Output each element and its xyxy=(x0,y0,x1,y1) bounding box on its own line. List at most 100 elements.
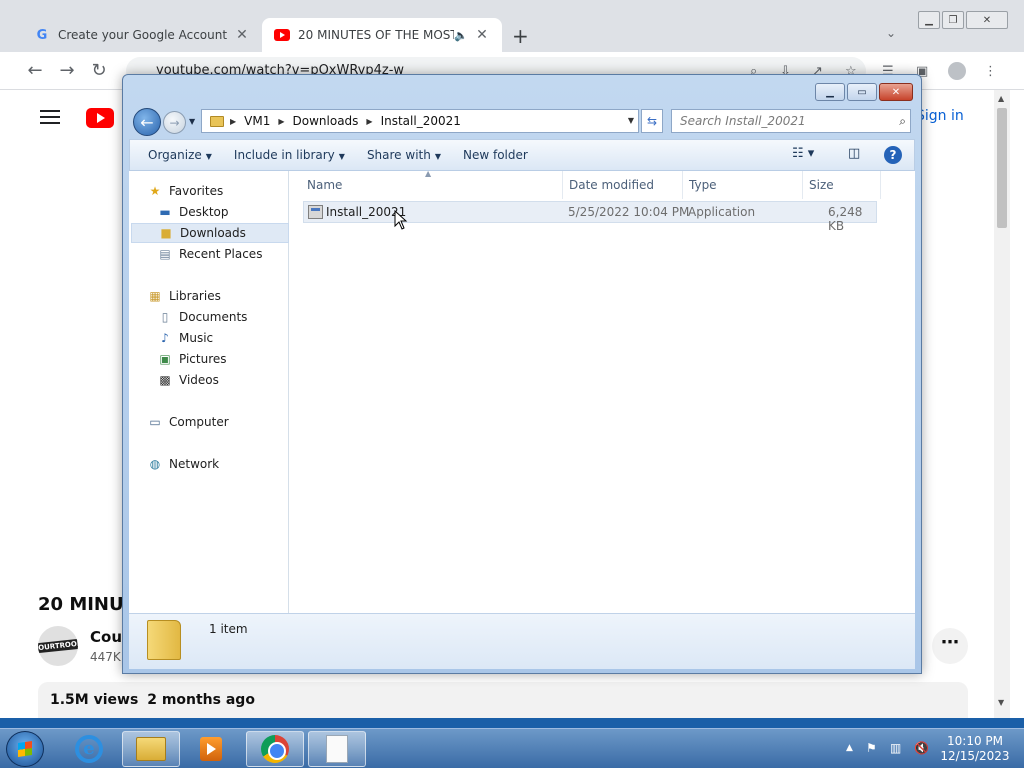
breadcrumb-chevron-icon[interactable]: ▶ xyxy=(230,117,236,126)
action-center-flag-icon[interactable]: ⚑ xyxy=(866,741,877,755)
help-icon[interactable]: ? xyxy=(884,146,902,164)
taskbar-chrome[interactable] xyxy=(246,731,304,767)
include-in-library-button[interactable]: Include in library ▼ xyxy=(226,148,353,162)
sign-in-button[interactable]: Sign in xyxy=(916,108,964,124)
taskbar-document[interactable] xyxy=(308,731,366,767)
system-clock[interactable]: 10:10 PM 12/15/2023 xyxy=(940,734,1010,764)
profile-avatar-icon[interactable] xyxy=(948,62,966,80)
view-options-icon[interactable]: ☷ ▾ xyxy=(792,146,814,161)
column-header-name[interactable]: Name xyxy=(301,171,563,199)
chevron-down-icon: ▼ xyxy=(205,152,212,161)
computer-icon: ▭ xyxy=(149,415,161,429)
mouse-cursor-icon xyxy=(394,210,408,230)
organize-button[interactable]: Organize ▼ xyxy=(140,148,220,162)
details-pane: 1 item xyxy=(129,613,915,669)
start-button[interactable] xyxy=(6,731,44,767)
taskbar-file-explorer[interactable] xyxy=(122,731,180,767)
share-with-button[interactable]: Share with ▼ xyxy=(359,148,449,162)
forward-button[interactable]: → xyxy=(163,111,186,134)
back-arrow-icon: ← xyxy=(140,112,154,132)
document-icon xyxy=(326,735,348,763)
close-tab-icon[interactable]: ✕ xyxy=(474,27,490,43)
nav-favorites[interactable]: ★ Favorites xyxy=(147,181,287,201)
star-icon: ★ xyxy=(149,184,161,198)
youtube-logo[interactable] xyxy=(86,108,114,128)
close-tab-icon[interactable]: ✕ xyxy=(234,27,250,43)
chrome-icon xyxy=(261,735,289,763)
scroll-up-arrow-icon[interactable]: ▲ xyxy=(998,94,1004,103)
back-arrow-icon[interactable]: ← xyxy=(24,60,46,81)
description-box[interactable]: 1.5M views 2 months ago xyxy=(38,682,968,718)
more-actions-button[interactable]: ⋯ xyxy=(932,628,968,664)
file-list: ▲ Name Date modified Type Size Install_2… xyxy=(289,169,915,613)
new-folder-button[interactable]: New folder xyxy=(455,148,536,162)
folder-icon xyxy=(147,620,181,660)
nav-desktop[interactable]: ▬ Desktop xyxy=(157,202,287,222)
nav-computer[interactable]: ▭ Computer xyxy=(147,412,287,432)
page-scrollbar[interactable]: ▲ ▼ xyxy=(994,90,1010,718)
address-breadcrumb[interactable]: ▶ VM1 ▶ Downloads ▶ Install_20021 ▼ xyxy=(201,109,639,133)
explorer-close-button[interactable]: ✕ xyxy=(879,83,913,101)
taskbar-media-player[interactable] xyxy=(182,731,240,767)
tab-search-chevron-icon[interactable]: ⌄ xyxy=(886,26,896,40)
recent-pages-dropdown-icon[interactable]: ▼ xyxy=(189,117,195,126)
nav-libraries[interactable]: ▦ Libraries xyxy=(147,286,287,306)
taskbar-internet-explorer[interactable]: e xyxy=(60,731,118,767)
column-header-date[interactable]: Date modified xyxy=(563,171,683,199)
nav-videos[interactable]: ▩ Videos xyxy=(157,370,287,390)
breadcrumb-downloads[interactable]: Downloads xyxy=(293,114,359,128)
search-icon[interactable]: ⌕ xyxy=(899,110,906,132)
preview-pane-icon[interactable]: ◫ xyxy=(848,146,860,161)
show-hidden-icons-icon[interactable]: ▲ xyxy=(846,743,853,753)
item-count: 1 item xyxy=(209,622,248,636)
volume-muted-icon[interactable]: 🔇 xyxy=(914,741,929,755)
media-player-icon xyxy=(200,737,222,761)
network-status-icon[interactable]: ▥ xyxy=(890,741,901,755)
scroll-thumb[interactable] xyxy=(997,108,1007,228)
nav-documents[interactable]: ▯ Documents xyxy=(157,307,287,327)
column-header-size[interactable]: Size xyxy=(803,171,881,199)
breadcrumb-install[interactable]: Install_20021 xyxy=(381,114,461,128)
new-tab-button[interactable]: + xyxy=(512,24,529,48)
file-row[interactable]: Install_20021 5/25/2022 10:04 PM Applica… xyxy=(303,201,877,233)
close-button[interactable]: ✕ xyxy=(966,11,1008,29)
address-dropdown-icon[interactable]: ▼ xyxy=(628,116,634,125)
speaker-icon[interactable]: 🔈 xyxy=(454,29,468,42)
nav-network[interactable]: ◍ Network xyxy=(147,454,287,474)
downloads-folder-icon: ■ xyxy=(160,226,172,240)
taskbar: e ▲ ⚑ ▥ 🔇 10:10 PM 12/15/2023 xyxy=(0,728,1024,768)
channel-subscribers: 447K xyxy=(90,650,121,664)
view-count: 1.5M views xyxy=(50,692,139,708)
scroll-down-arrow-icon[interactable]: ▼ xyxy=(998,698,1004,707)
tab-youtube[interactable]: 20 MINUTES OF THE MOST I 🔈 ✕ xyxy=(262,18,502,52)
minimize-button[interactable]: ▁ xyxy=(918,11,940,29)
tab-strip: G Create your Google Account ✕ 20 MINUTE… xyxy=(0,0,1024,52)
file-type: Application xyxy=(688,205,756,219)
tab-google-account[interactable]: G Create your Google Account ✕ xyxy=(22,18,262,52)
google-icon: G xyxy=(36,27,48,43)
chevron-down-icon: ▼ xyxy=(338,152,345,161)
forward-arrow-icon[interactable]: → xyxy=(56,60,78,81)
youtube-icon xyxy=(274,27,290,43)
hamburger-menu-icon[interactable] xyxy=(40,110,60,124)
reload-icon[interactable]: ↻ xyxy=(88,60,110,81)
clock-date: 12/15/2023 xyxy=(940,749,1010,763)
nav-recent-places[interactable]: ▤ Recent Places xyxy=(157,244,287,264)
search-input[interactable]: Search Install_20021 ⌕ xyxy=(671,109,911,133)
explorer-maximize-button[interactable]: ▭ xyxy=(847,83,877,101)
nav-music[interactable]: ♪ Music xyxy=(157,328,287,348)
back-button[interactable]: ← xyxy=(133,108,161,136)
refresh-button[interactable]: ⇆ xyxy=(641,109,663,133)
file-size: 6,248 KB xyxy=(828,205,863,233)
menu-kebab-icon[interactable]: ⋮ xyxy=(984,64,997,79)
nav-pictures[interactable]: ▣ Pictures xyxy=(157,349,287,369)
breadcrumb-vm1[interactable]: VM1 xyxy=(244,114,270,128)
nav-downloads[interactable]: ■ Downloads xyxy=(131,223,289,243)
channel-avatar[interactable]: COURTROOM xyxy=(38,626,78,666)
maximize-button[interactable]: ❐ xyxy=(942,11,964,29)
column-header-type[interactable]: Type xyxy=(683,171,803,199)
explorer-minimize-button[interactable]: ▁ xyxy=(815,83,845,101)
tab-title: 20 MINUTES OF THE MOST I xyxy=(298,28,455,42)
breadcrumb-chevron-icon[interactable]: ▶ xyxy=(366,117,372,126)
breadcrumb-chevron-icon[interactable]: ▶ xyxy=(278,117,284,126)
